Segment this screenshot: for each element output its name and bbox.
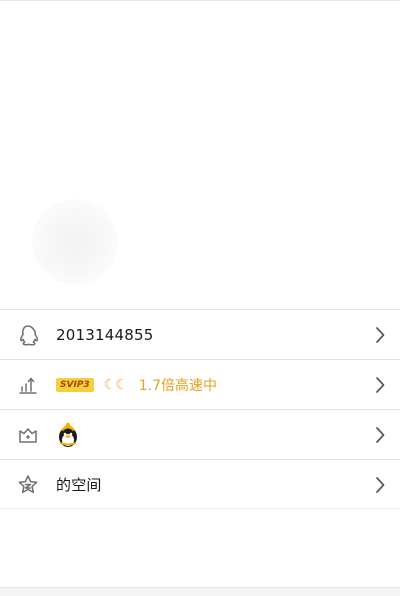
- chevron-right-icon[interactable]: [374, 475, 386, 495]
- row-space[interactable]: 的空间: [0, 459, 400, 509]
- speed-status-text: 1.7倍高速中: [138, 377, 218, 394]
- row-qq-content: 2013144855: [56, 310, 153, 359]
- qq-number-text: 2013144855: [56, 325, 154, 344]
- row-space-content: 的空间: [56, 460, 102, 509]
- avatar[interactable]: [32, 199, 118, 285]
- qq-penguin-icon: [16, 323, 40, 347]
- row-level-content: SVIP3 ☾☾ 1.7倍高速中: [56, 360, 217, 409]
- chevron-right-icon[interactable]: [374, 425, 386, 445]
- level-rank-icon: [16, 373, 40, 397]
- row-medal[interactable]: [0, 409, 400, 459]
- svip-badge: SVIP3: [56, 377, 94, 392]
- row-level-svip[interactable]: SVIP3 ☾☾ 1.7倍高速中: [0, 359, 400, 409]
- penguin-avatar-icon: [56, 422, 80, 448]
- medal-icon: [16, 423, 40, 447]
- row-qq-number[interactable]: 2013144855: [0, 309, 400, 359]
- space-label: 的空间: [56, 476, 102, 494]
- profile-header: [0, 1, 400, 309]
- row-medal-content: [56, 410, 80, 459]
- chevron-right-icon[interactable]: [374, 375, 386, 395]
- level-moons: ☾☾: [103, 376, 128, 393]
- star-space-icon: [16, 473, 40, 497]
- profile-detail-list: 2013144855 SVIP3 ☾☾ 1.7倍高速中 的空间: [0, 309, 400, 509]
- chevron-right-icon[interactable]: [374, 325, 386, 345]
